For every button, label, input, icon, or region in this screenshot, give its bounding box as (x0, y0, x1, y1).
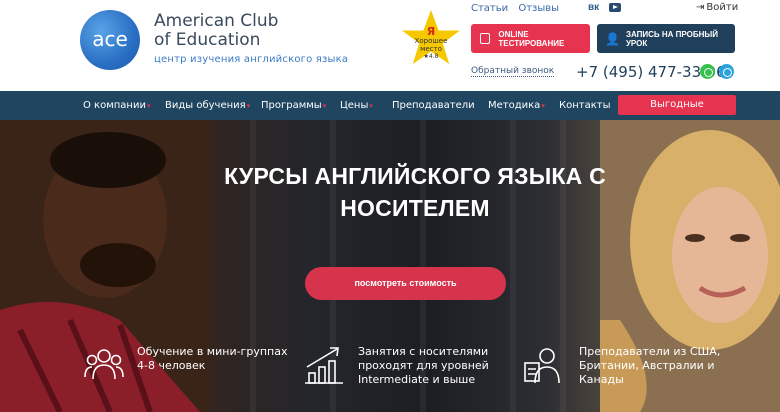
brand-tagline: центр изучения английского языка (154, 54, 349, 65)
hero-title: КУРСЫ АНГЛИЙСКОГО ЯЗЫКА С НОСИТЕЛЕМ (224, 163, 606, 221)
callback-link[interactable]: Обратный звонок (471, 66, 555, 77)
link-reviews[interactable]: Отзывы (518, 3, 559, 14)
feature-mini-groups: Обучение в мини-группах 4-8 человек (137, 345, 288, 372)
brand-name[interactable]: American Club of Education (154, 12, 278, 50)
nav-item-about[interactable]: О компании▾ (83, 91, 150, 120)
trial-lesson-button[interactable]: 👤 ЗАПИСЬ НА ПРОБНЫЙ УРОК (597, 24, 735, 53)
nav-item-programs[interactable]: Программы▾ (261, 91, 326, 120)
login-link[interactable]: ⇥ Войти (696, 2, 738, 13)
feature-native-speakers: Занятия с носителями проходят для уровне… (358, 345, 489, 386)
site-header: ace American Club of Education центр изу… (0, 0, 780, 91)
login-icon: ⇥ (696, 2, 705, 13)
vk-icon[interactable]: вк (588, 2, 599, 13)
promo-button[interactable]: Выгодные предложения (618, 95, 736, 130)
rating-badge: Я Хорошее место ★4.8 (414, 25, 448, 60)
chevron-down-icon: ▾ (146, 102, 151, 110)
feature-teachers-origin: Преподаватели из США, Британии, Австрали… (579, 345, 721, 386)
nav-item-contacts[interactable]: Контакты (559, 91, 610, 120)
link-articles[interactable]: Статьи (471, 3, 508, 14)
growth-chart-icon (305, 347, 343, 384)
nav-item-methodology[interactable]: Методика▾ (488, 91, 545, 120)
ace-logo[interactable]: ace (80, 10, 140, 70)
teacher-icon (524, 348, 560, 384)
edit-icon (480, 33, 491, 44)
chevron-down-icon: ▾ (541, 102, 545, 110)
top-links: Статьи Отзывы (471, 3, 566, 14)
nav-item-teachers[interactable]: Преподаватели (392, 91, 475, 120)
nav-item-prices[interactable]: Цены▾ (340, 91, 373, 120)
chevron-down-icon: ▾ (369, 102, 373, 110)
group-icon (84, 349, 124, 380)
chevron-down-icon: ▾ (322, 102, 327, 110)
view-prices-button[interactable]: посмотреть стоимость (305, 267, 506, 300)
whatsapp-icon[interactable] (700, 64, 715, 79)
chevron-down-icon: ▾ (246, 102, 251, 110)
add-user-icon: 👤 (605, 31, 620, 46)
online-test-button[interactable]: ONLINE ТЕСТИРОВАНИЕ (471, 24, 590, 53)
youtube-icon[interactable] (609, 3, 621, 12)
svg-text:ace: ace (92, 27, 128, 51)
nav-item-training-types[interactable]: Виды обучения▾ (165, 91, 250, 120)
telegram-icon[interactable] (719, 64, 734, 79)
